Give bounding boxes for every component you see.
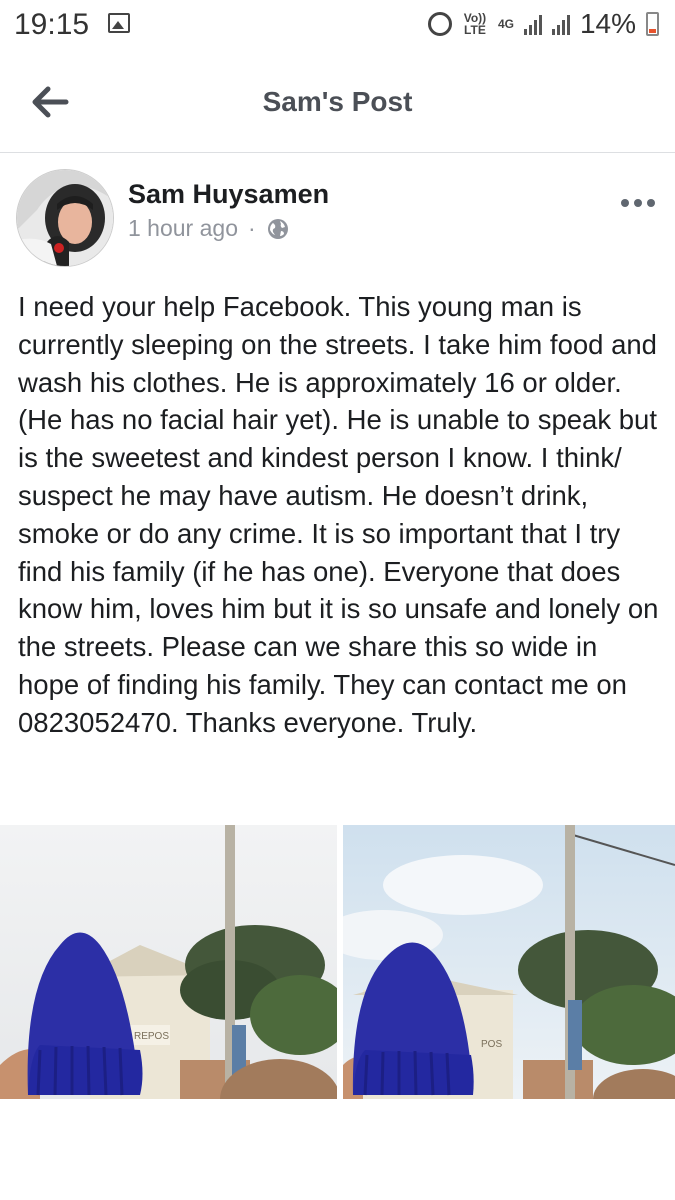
status-icons: Vo)) LTE 4G 14% bbox=[427, 8, 659, 40]
volte-label: Vo)) LTE bbox=[463, 11, 487, 37]
photo-image: POS bbox=[343, 825, 675, 1099]
gallery-icon bbox=[108, 13, 130, 33]
post-body-text: I need your help Facebook. This young ma… bbox=[18, 291, 659, 738]
post-header-bar: Sam's Post bbox=[0, 52, 675, 153]
post-timestamp[interactable]: 1 hour ago bbox=[128, 215, 238, 242]
post-photo[interactable]: POS bbox=[343, 825, 675, 1099]
building-sign: REPOS bbox=[134, 1031, 169, 1042]
status-time: 19:15 bbox=[14, 8, 90, 41]
meta-separator: · bbox=[247, 215, 256, 241]
more-options-icon[interactable] bbox=[621, 199, 655, 207]
network-type-label: 4G bbox=[497, 17, 514, 31]
alarm-icon bbox=[427, 12, 452, 36]
avatar-image bbox=[17, 170, 113, 266]
author-name[interactable]: Sam Huysamen bbox=[128, 179, 329, 210]
signal-icon bbox=[523, 13, 542, 35]
globe-icon bbox=[267, 218, 288, 239]
page-title: Sam's Post bbox=[262, 86, 413, 117]
battery-icon bbox=[646, 12, 659, 36]
battery-percentage: 14% bbox=[579, 8, 636, 39]
avatar[interactable] bbox=[16, 169, 114, 267]
building-sign: POS bbox=[481, 1039, 502, 1050]
post-author-row: Sam Huysamen 1 hour ago · bbox=[0, 153, 675, 273]
photo-image: REPOS bbox=[0, 825, 337, 1099]
post-photo[interactable]: REPOS bbox=[0, 825, 337, 1099]
post-meta: 1 hour ago · bbox=[128, 215, 290, 242]
status-bar: 19:15 Vo)) LTE 4G 14% bbox=[0, 0, 675, 52]
post-photos: REPOS POS bbox=[0, 825, 675, 1099]
signal-icon bbox=[551, 13, 570, 35]
